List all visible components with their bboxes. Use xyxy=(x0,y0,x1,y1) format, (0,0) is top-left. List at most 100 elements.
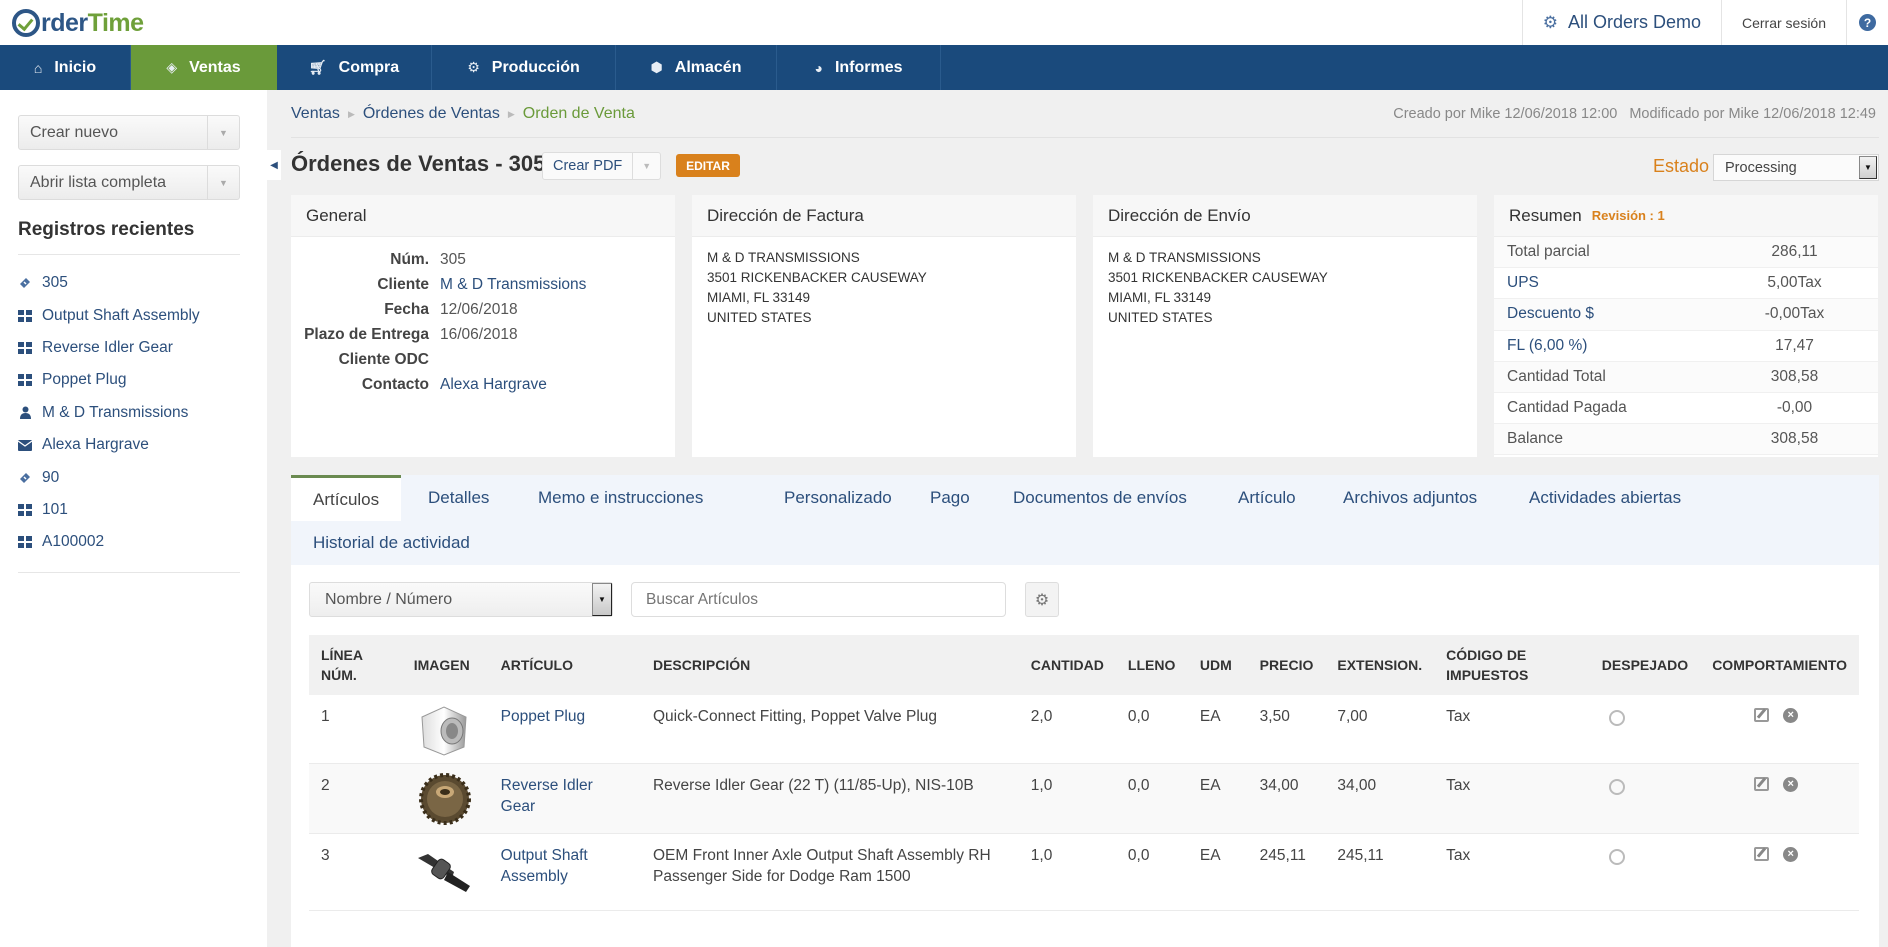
edit-button[interactable]: EDITAR xyxy=(676,154,740,177)
item-link[interactable]: Output Shaft Assembly xyxy=(488,833,641,911)
recent-item[interactable]: A100002 xyxy=(18,526,200,558)
tab-actividades-abiertas[interactable]: Actividades abiertas xyxy=(1507,475,1703,520)
delete-icon[interactable]: × xyxy=(1783,777,1799,792)
help-button[interactable]: ? xyxy=(1846,0,1888,45)
breadcrumb-current: Orden de Venta xyxy=(522,105,635,122)
nav-inicio[interactable]: ⌂ Inicio xyxy=(0,45,131,90)
tab-archivos-adjuntos[interactable]: Archivos adjuntos xyxy=(1321,475,1499,520)
collapse-sidebar-button[interactable]: ◀ xyxy=(267,150,281,180)
col-description[interactable]: DESCRIPCIÓN xyxy=(640,635,1019,695)
tab-historial[interactable]: Historial de actividad xyxy=(291,520,492,565)
col-tax-code[interactable]: CÓDIGO DE IMPUESTOS xyxy=(1434,635,1590,695)
envelope-icon xyxy=(18,439,32,451)
nav-produccion[interactable]: ⚙ Producción xyxy=(432,45,616,90)
summary-row: FL (6,00 %) 17,47 xyxy=(1494,331,1878,362)
item-link[interactable]: Reverse Idler Gear xyxy=(488,763,641,834)
col-item[interactable]: ARTÍCULO xyxy=(488,635,641,695)
nav-informes[interactable]: ◕ Informes xyxy=(777,45,941,90)
summary-row: Cantidad Total 308,58 xyxy=(1494,361,1878,393)
grid-icon xyxy=(18,536,32,549)
created-by: Creado por Mike 12/06/2018 12:00 xyxy=(1393,106,1618,122)
pie-chart-icon: ◕ xyxy=(814,59,823,76)
cleared-radio[interactable] xyxy=(1608,849,1625,865)
search-field-select[interactable]: Nombre / Número ▼ xyxy=(309,582,613,617)
col-qty[interactable]: CANTIDAD xyxy=(1018,635,1116,695)
recent-item[interactable]: Alexa Hargrave xyxy=(18,429,200,461)
col-cleared[interactable]: DESPEJADO xyxy=(1589,635,1701,695)
recent-item[interactable]: Poppet Plug xyxy=(18,364,200,396)
card-title: Dirección de Envío xyxy=(1093,195,1477,237)
output-shaft-image xyxy=(417,854,470,892)
edit-icon[interactable] xyxy=(1754,847,1770,861)
ticket-icon xyxy=(18,276,32,290)
nav-almacen[interactable]: ⬢ Almacén xyxy=(616,45,777,90)
top-bar: rder Time ⚙ All Orders Demo Cerrar sesió… xyxy=(0,0,1888,45)
search-items-input[interactable] xyxy=(631,582,1006,617)
create-pdf-button[interactable]: Crear PDF ▼ xyxy=(542,152,661,180)
summary-row: Total parcial 286,11 xyxy=(1494,237,1878,269)
recent-item[interactable]: Output Shaft Assembly xyxy=(18,299,200,331)
ordertime-logo[interactable]: rder Time xyxy=(12,6,144,40)
account-menu[interactable]: ⚙ All Orders Demo xyxy=(1521,0,1721,45)
logout-link[interactable]: Cerrar sesión xyxy=(1720,0,1846,45)
tab-pago[interactable]: Pago xyxy=(908,475,992,520)
modified-by: Modificado por Mike 12/06/2018 12:49 xyxy=(1629,106,1876,122)
divider xyxy=(291,137,1879,138)
item-link[interactable]: Poppet Plug xyxy=(488,695,641,764)
cleared-radio[interactable] xyxy=(1608,779,1625,795)
chevron-down-icon[interactable]: ▼ xyxy=(633,161,660,171)
nav-compra[interactable]: 🛒︎ Compra xyxy=(277,45,432,90)
recent-records-title: Registros recientes xyxy=(18,219,195,240)
cube-icon: ⬢ xyxy=(650,59,663,75)
tab-detalles[interactable]: Detalles xyxy=(406,475,511,520)
delete-icon[interactable]: × xyxy=(1783,708,1799,723)
customer-link[interactable]: M & D Transmissions xyxy=(429,276,586,294)
recent-item[interactable]: M & D Transmissions xyxy=(18,397,200,429)
card-title: General xyxy=(291,195,675,237)
gear-icon: ⚙ xyxy=(1034,591,1050,609)
col-extension[interactable]: EXTENSION. xyxy=(1325,635,1435,695)
table-settings-button[interactable]: ⚙ xyxy=(1025,582,1059,617)
col-price[interactable]: PRECIO xyxy=(1247,635,1326,695)
recent-item[interactable]: Reverse Idler Gear xyxy=(18,332,200,364)
grid-icon xyxy=(18,374,32,387)
shipping-address-card: Dirección de Envío M & D TRANSMISSIONS 3… xyxy=(1093,195,1477,457)
create-new-dropdown[interactable]: Crear nuevo ▼ xyxy=(18,115,240,150)
tab-documentos-envios[interactable]: Documentos de envíos xyxy=(991,475,1209,520)
tab-memo[interactable]: Memo e instrucciones xyxy=(516,475,725,520)
col-filled[interactable]: LLENO xyxy=(1115,635,1188,695)
open-full-list-dropdown[interactable]: Abrir lista completa ▼ xyxy=(18,165,240,200)
order-tabs-panel: Artículos Detalles Memo e instrucciones … xyxy=(291,475,1879,947)
tax-link[interactable]: FL (6,00 %) xyxy=(1507,337,1742,355)
col-uom[interactable]: UDM xyxy=(1187,635,1248,695)
recent-item[interactable]: 101 xyxy=(18,494,200,526)
field-row: Núm. 305 xyxy=(390,250,466,268)
tab-articulo[interactable]: Artículo xyxy=(1216,475,1318,520)
status-select[interactable]: Processing ▼ xyxy=(1713,154,1879,181)
table-row: 2 Reverse Idler Gear Reverse Idler Gear … xyxy=(309,763,1859,834)
nav-ventas[interactable]: ◈ Ventas xyxy=(131,45,277,90)
delete-icon[interactable]: × xyxy=(1783,847,1799,862)
shipping-address: M & D TRANSMISSIONS 3501 RICKENBACKER CA… xyxy=(1108,250,1328,325)
recent-item[interactable]: 305 xyxy=(18,267,200,299)
table-row: 1 Poppet Plug Quick-Connect Fitting, Pop… xyxy=(309,695,1859,764)
shipping-method-link[interactable]: UPS xyxy=(1507,274,1742,292)
breadcrumb: Ventas ▶ Órdenes de Ventas ▶ Orden de Ve… xyxy=(291,105,635,123)
breadcrumb-ventas[interactable]: Ventas xyxy=(291,105,340,123)
tab-articulos[interactable]: Artículos xyxy=(291,475,402,521)
cart-icon: 🛒︎ xyxy=(308,59,327,75)
edit-icon[interactable] xyxy=(1754,708,1770,722)
breadcrumb-sales-orders[interactable]: Órdenes de Ventas xyxy=(363,105,500,123)
col-line[interactable]: LÍNEA NÚM. xyxy=(309,635,402,695)
tab-bar: Artículos Detalles Memo e instrucciones … xyxy=(291,475,1879,565)
gears-icon: ⚙ xyxy=(467,59,480,75)
discount-link[interactable]: Descuento $ xyxy=(1507,305,1742,323)
chevron-down-icon: ▼ xyxy=(1859,156,1877,179)
edit-icon[interactable] xyxy=(1754,777,1770,791)
tab-personalizado[interactable]: Personalizado xyxy=(762,475,914,520)
contact-link[interactable]: Alexa Hargrave xyxy=(429,376,547,394)
recent-item[interactable]: 90 xyxy=(18,461,200,493)
caret-right-icon: ▶ xyxy=(347,108,355,119)
field-row: Cliente ODC xyxy=(338,350,429,368)
cleared-radio[interactable] xyxy=(1608,710,1625,726)
